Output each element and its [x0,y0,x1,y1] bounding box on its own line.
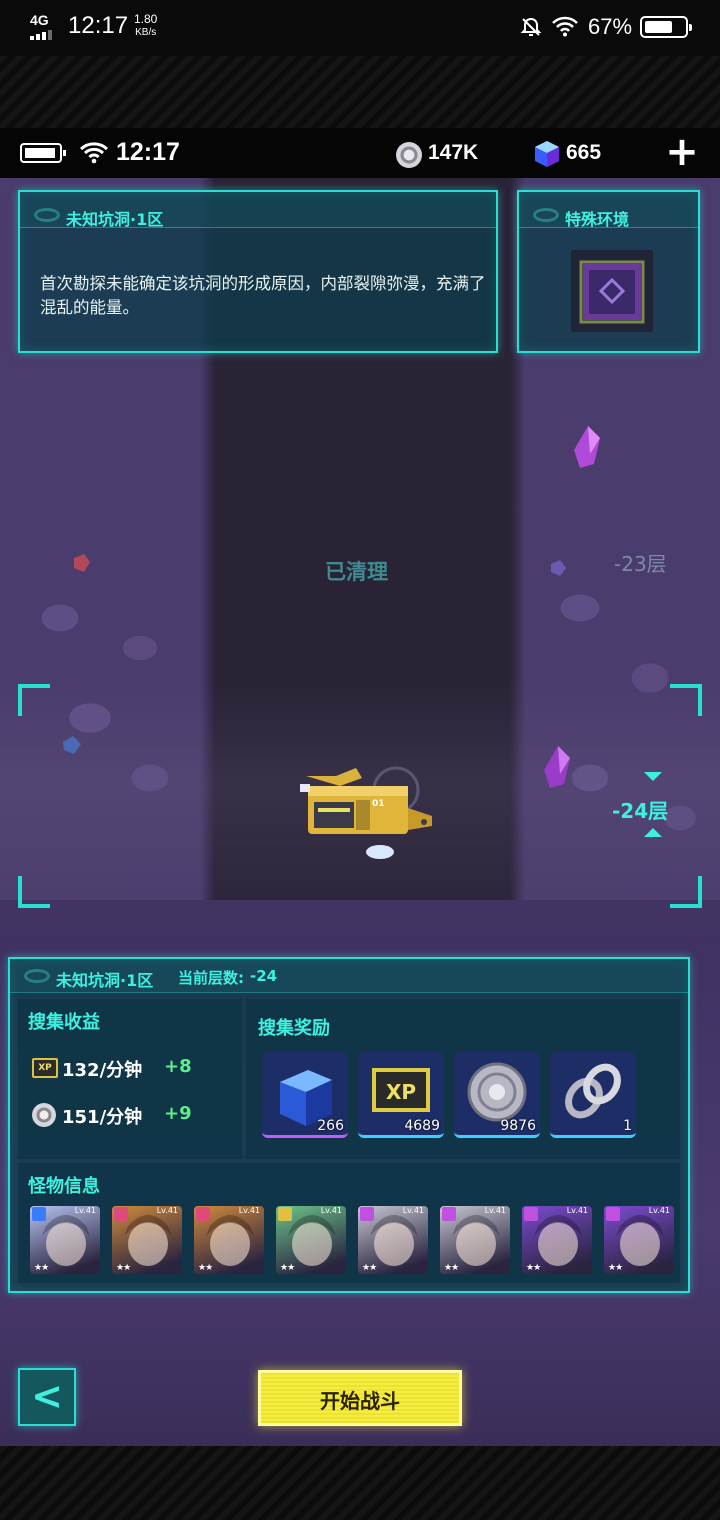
monster-card[interactable]: Lv.41 ★★ [358,1206,428,1274]
coin-balance: 147K [428,141,479,164]
current-floor-value: -24 [250,967,278,985]
coin-icon [32,1103,56,1127]
swirl-icon [533,208,559,222]
ore-icon [74,554,90,572]
drill-ship-sprite: 01 [300,766,432,859]
coin-bonus: +9 [164,1103,192,1124]
coin-icon [396,142,422,168]
crystal-icon [574,426,600,468]
frame-corner [18,876,50,908]
monster-card[interactable]: Lv.41 ★★ [440,1206,510,1274]
monster-card[interactable]: Lv.41 ★★ [30,1206,100,1274]
swirl-icon [34,208,60,222]
cleared-floor-label: 已清理 [325,560,388,584]
battery-percent: 67% [588,14,633,39]
frame-corner [670,684,702,716]
back-arrow-icon: < [31,1374,63,1418]
reward-count: 9876 [500,1118,536,1134]
back-button[interactable]: < [18,1368,76,1426]
reward-count: 4689 [404,1118,440,1134]
monster-card[interactable]: Lv.41 ★★ [522,1206,592,1274]
status-time: 12:17 [68,12,129,39]
ore-icon [551,560,566,576]
reward-count: 266 [317,1118,344,1134]
monster-card[interactable]: Lv.41 ★★ [276,1206,346,1274]
monster-stars: ★★ [280,1263,295,1273]
start-battle-label: 开始战斗 [320,1389,400,1413]
battery-icon [640,16,692,38]
reward-item-link[interactable]: 1 [550,1052,636,1138]
special-environment-panel[interactable]: 特殊环境 [517,190,700,353]
swirl-icon [24,969,50,983]
ore-icon [63,736,81,754]
reward-item-xp[interactable]: XP 4689 [358,1052,444,1138]
monster-stars: ★★ [608,1263,623,1273]
crystal-icon [544,746,570,788]
current-floor-label: -24层 [612,799,669,823]
monster-level: Lv.41 [320,1206,342,1215]
monster-stars: ★★ [116,1263,131,1273]
reward-item-cube[interactable]: 266 [262,1052,348,1138]
network-type: 4G [30,12,49,28]
monster-stars: ★★ [198,1263,213,1273]
monster-card[interactable]: Lv.41 ★★ [194,1206,264,1274]
monster-stars: ★★ [526,1263,541,1273]
phone-status-bar: 4G 12:17 1.80 KB/s 67% [0,0,720,56]
income-title: 搜集收益 [28,1012,100,1033]
frame-corner [18,684,50,716]
environment-icon[interactable] [571,250,653,332]
monster-stars: ★★ [34,1263,49,1273]
current-floor-caption: 当前层数: [178,969,244,987]
zone-title: 未知坑洞·1区 [66,210,164,229]
add-currency-button[interactable]: + [664,132,700,174]
environment-title: 特殊环境 [565,210,630,229]
monster-info-title: 怪物信息 [28,1176,100,1197]
income-row-coin: 151/分钟 +9 [32,1103,212,1133]
network-speed-unit: KB/s [135,27,157,38]
coin-rate: 151/分钟 [62,1107,143,1128]
monster-level: Lv.41 [238,1206,260,1215]
xp-chip-text: XP [386,1080,416,1104]
monster-level: Lv.41 [484,1206,506,1215]
reward-count: 1 [623,1118,632,1134]
monster-level: Lv.41 [648,1206,670,1215]
network-speed-value: 1.80 [134,12,158,26]
floor-down-arrow-icon [644,772,662,781]
xp-bonus: +8 [164,1056,192,1077]
wifi-icon [552,16,578,37]
rewards-title: 搜集奖励 [258,1018,330,1039]
monster-level: Lv.41 [566,1206,588,1215]
game-clock: 12:17 [116,138,180,166]
monster-level: Lv.41 [402,1206,424,1215]
letterbox-top [0,56,720,128]
floor-up-arrow-icon [644,828,662,837]
info-zone-title: 未知坑洞·1区 [56,971,154,990]
zone-description: 首次勘探未能确定该坑洞的形成原因，内部裂隙弥漫，充满了混乱的能量。 [40,274,486,317]
zone-description-panel: 未知坑洞·1区 首次勘探未能确定该坑洞的形成原因，内部裂隙弥漫，充满了混乱的能量… [18,190,498,353]
letterbox-bottom [0,1446,720,1520]
income-row-xp: XP 132/分钟 +8 [32,1056,212,1086]
monster-stars: ★★ [362,1263,377,1273]
start-battle-button[interactable]: 开始战斗 [258,1370,462,1426]
silent-bell-icon [520,17,542,36]
network-speed: 1.80 KB/s [134,12,157,40]
upper-floor-label: -23层 [614,552,667,576]
monster-level: Lv.41 [156,1206,178,1215]
signal-icon [30,30,52,40]
xp-rate: 132/分钟 [62,1060,143,1081]
monster-card[interactable]: Lv.41 ★★ [112,1206,182,1274]
game-header: 12:17 147K 665 + [0,128,720,178]
xp-chip-icon: XP [32,1058,58,1078]
monster-level: Lv.41 [74,1206,96,1215]
battery-icon [20,143,66,163]
monster-stars: ★★ [444,1263,459,1273]
frame-corner [670,876,702,908]
wifi-icon [80,142,108,164]
gem-balance: 665 [566,141,602,164]
gem-icon [535,141,559,167]
reward-item-coin[interactable]: 9876 [454,1052,540,1138]
ship-number: 01 [372,799,385,809]
monster-card[interactable]: Lv.41 ★★ [604,1206,674,1274]
